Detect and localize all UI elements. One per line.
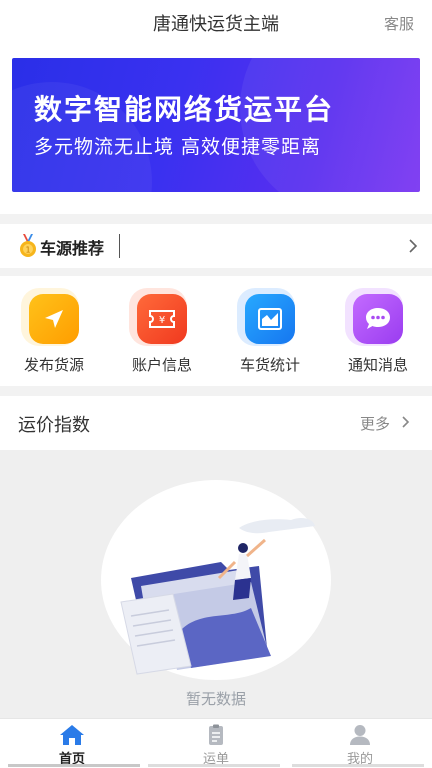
app-header: 唐通快运货主端 客服 [0, 0, 432, 46]
banner-subline: 多元物流无止境 高效便捷零距离 [34, 136, 322, 158]
tab-indicator [8, 764, 140, 767]
divider [119, 234, 120, 258]
bottom-tab-bar: 首页 运单 我的 [0, 718, 432, 768]
chart-icon [245, 294, 295, 344]
tab-waybill[interactable]: 运单 [144, 719, 288, 768]
menu-item-notifications[interactable]: 通知消息 [324, 276, 432, 386]
chevron-right-icon[interactable] [401, 415, 410, 429]
page-title: 唐通快运货主端 [153, 14, 279, 35]
chat-icon [353, 294, 403, 344]
tab-mine[interactable]: 我的 [288, 719, 432, 768]
send-icon [29, 294, 79, 344]
banner-headline: 数字智能网络货运平台 [34, 93, 335, 126]
tab-indicator [148, 764, 280, 767]
menu-item-publish-cargo[interactable]: 发布货源 [0, 276, 108, 386]
promo-banner[interactable]: 数字智能网络货运平台 多元物流无止境 高效便捷零距离 [12, 58, 420, 192]
menu-item-label: 发布货源 [23, 356, 84, 374]
recommend-label: 车源推荐 [40, 239, 105, 258]
menu-item-label: 账户信息 [131, 356, 192, 374]
home-icon [60, 725, 84, 745]
freight-index-header: 运价指数 更多 [0, 396, 432, 450]
user-icon [350, 725, 370, 745]
customer-service-link[interactable]: 客服 [384, 13, 414, 34]
tab-indicator-bar [0, 764, 432, 768]
menu-item-vehicle-stats[interactable]: 车货统计 [216, 276, 324, 386]
medal-icon: 1 [20, 234, 36, 257]
freight-index-title: 运价指数 [18, 415, 90, 436]
clipboard-icon [209, 724, 223, 745]
menu-item-label: 车货统计 [239, 356, 300, 374]
quick-menu: 发布货源 ¥ 账户信息 车货统计 通知消息 [0, 276, 432, 386]
tab-home[interactable]: 首页 [0, 719, 144, 768]
chevron-right-icon [409, 239, 418, 253]
banner-section: 数字智能网络货运平台 多元物流无止境 高效便捷零距离 [0, 46, 432, 214]
more-link[interactable]: 更多 [360, 413, 390, 434]
menu-item-account-info[interactable]: ¥ 账户信息 [108, 276, 216, 386]
svg-text:¥: ¥ [159, 315, 165, 326]
empty-folder-illustration [120, 518, 315, 675]
vehicle-recommend-row[interactable]: 1 车源推荐 [0, 224, 432, 268]
empty-message: 暂无数据 [185, 690, 246, 708]
menu-item-label: 通知消息 [347, 356, 408, 374]
tab-indicator [292, 764, 424, 767]
svg-text:1: 1 [25, 246, 30, 255]
ticket-yen-icon: ¥ [137, 294, 187, 344]
empty-state: 暂无数据 [0, 450, 432, 718]
